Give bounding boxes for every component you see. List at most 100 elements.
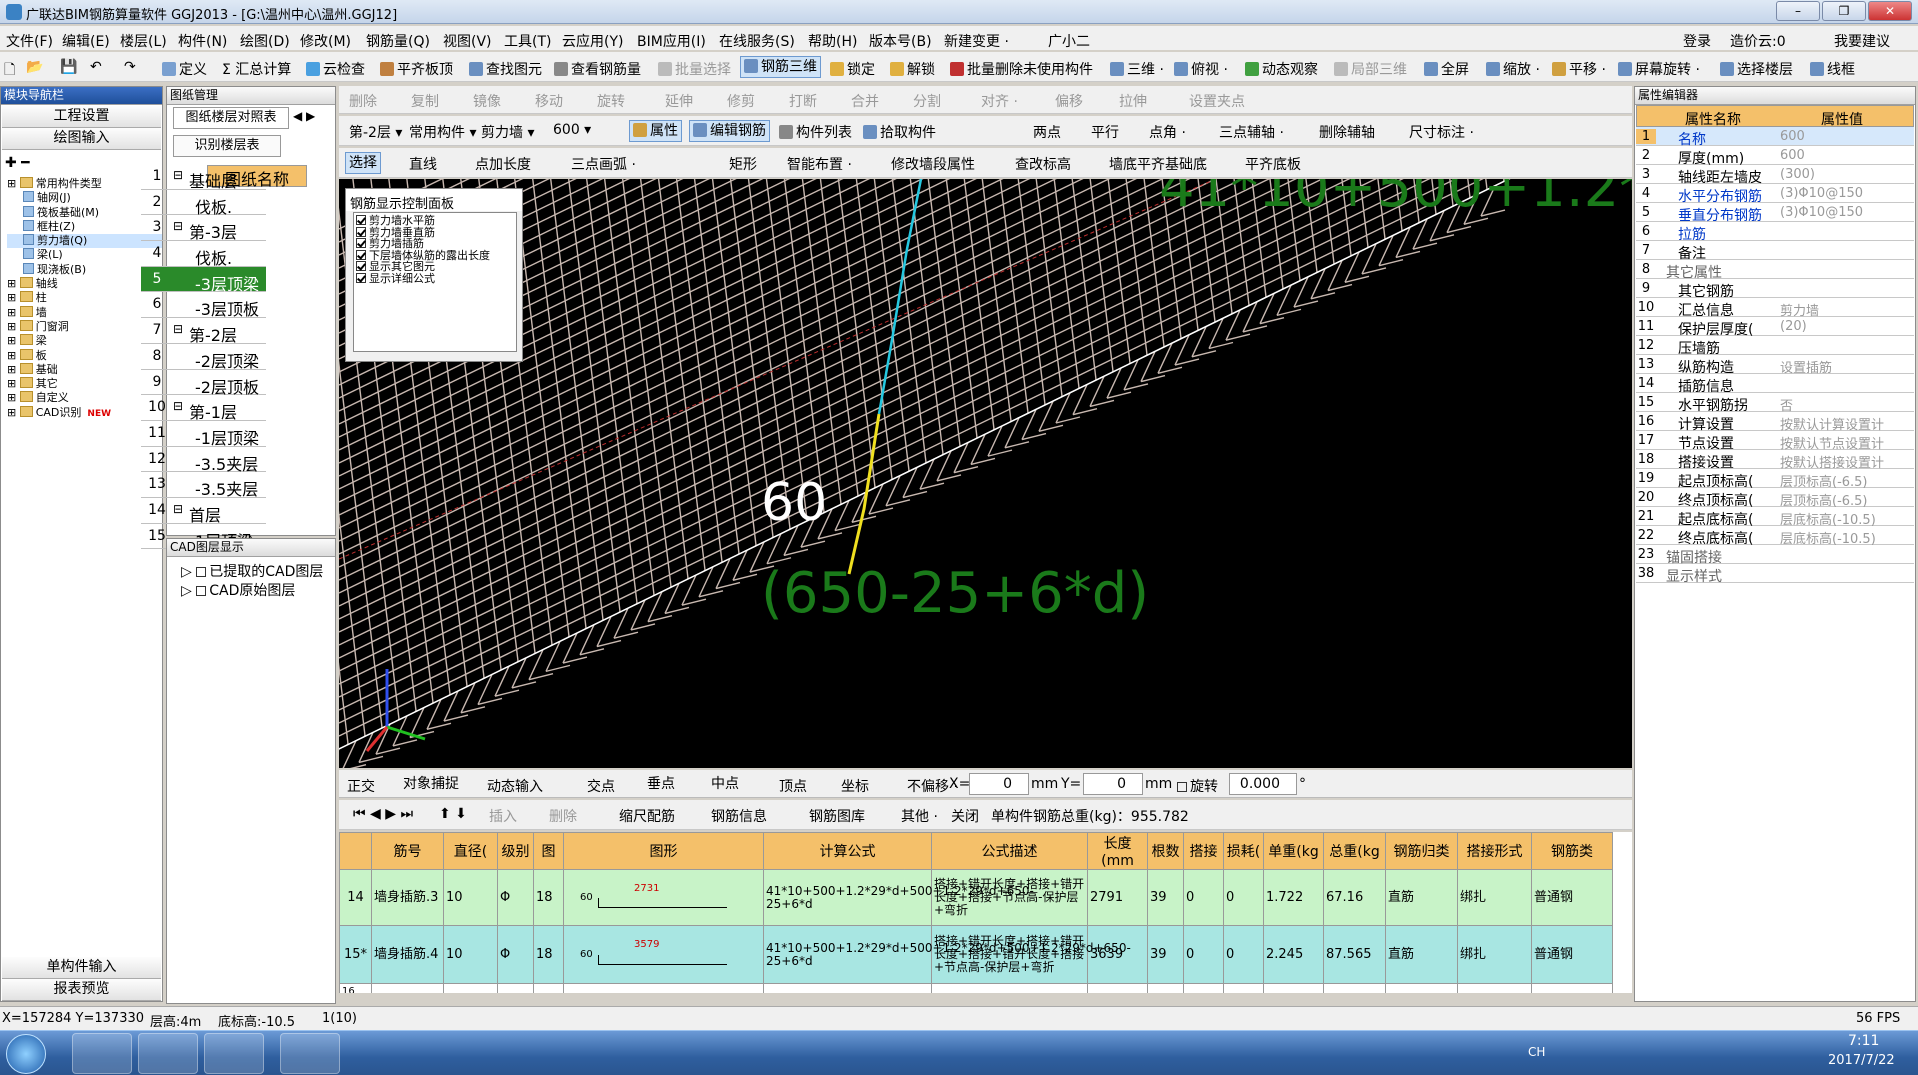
column-header[interactable]: 根数 bbox=[1147, 832, 1184, 870]
undo-icon[interactable]: ↶ bbox=[90, 59, 102, 75]
column-header[interactable]: 钢筋类 bbox=[1531, 832, 1613, 870]
menu-edit[interactable]: 编辑(E) bbox=[62, 31, 110, 51]
insert-button[interactable]: 插入 bbox=[489, 806, 517, 826]
tree-item[interactable]: 现浇板(B) bbox=[7, 262, 162, 277]
cell-formula[interactable]: 41*10+500+1.2*29*d+500+1.2*29*d+500+1.2*… bbox=[763, 925, 1131, 984]
menu-file[interactable]: 文件(F) bbox=[6, 31, 53, 51]
property-row[interactable]: 12 压墙筋 bbox=[1636, 336, 1914, 357]
rotate-input[interactable]: 0.000 bbox=[1229, 773, 1297, 795]
tree-item[interactable]: ⊞ 轴线 bbox=[7, 277, 162, 291]
object-snap-toggle[interactable]: 对象捕捉 bbox=[403, 773, 459, 793]
tree-item[interactable]: ⊞ 自定义 bbox=[7, 391, 162, 405]
taskbar-folder-icon[interactable] bbox=[138, 1033, 198, 1074]
table-row[interactable]: 14 墙身插筋.3 10 Φ 18 60 2731 41*10+500+1.2*29*d+50… bbox=[339, 869, 1613, 926]
column-header[interactable]: 筋号 bbox=[371, 832, 444, 870]
vertex-snap[interactable]: 顶点 bbox=[779, 776, 807, 796]
check-elevation-tool[interactable]: 查改标高 bbox=[1015, 154, 1071, 174]
property-value[interactable]: (3)Φ10@150 bbox=[1780, 186, 1863, 201]
midpoint-snap[interactable]: 中点 bbox=[711, 773, 739, 793]
cell-total_w[interactable]: 67.16 bbox=[1323, 869, 1386, 926]
set-grip-tool[interactable]: 设置夹点 bbox=[1189, 91, 1245, 111]
restore-button[interactable]: ❐ bbox=[1822, 1, 1866, 21]
group-toggle-icon[interactable]: ⊟ bbox=[173, 322, 183, 336]
cell-empty[interactable] bbox=[497, 983, 534, 993]
clock-date[interactable]: 2017/7/22 bbox=[1828, 1053, 1895, 1068]
cad-layer-original[interactable]: ▷ CAD原始图层 bbox=[181, 580, 295, 600]
property-row[interactable]: 16 计算设置 按默认计算设置计 bbox=[1636, 412, 1914, 433]
cell-empty[interactable] bbox=[1183, 983, 1224, 993]
screen-rotate-button[interactable]: 屏幕旋转 · bbox=[1618, 59, 1700, 79]
column-header[interactable]: 图 bbox=[533, 832, 564, 870]
property-row[interactable]: 4 水平分布钢筋 (3)Φ10@150 bbox=[1636, 184, 1914, 205]
cell-fig[interactable]: 18 bbox=[533, 869, 564, 926]
menu-tools[interactable]: 工具(T) bbox=[504, 31, 551, 51]
property-row[interactable]: 21 起点底标高(层底标高(-10.5) bbox=[1636, 507, 1914, 528]
nav-tree-toolbar[interactable]: ✚ ━ bbox=[5, 155, 30, 171]
select-floor-button[interactable]: 选择楼层 bbox=[1720, 59, 1793, 79]
cad-layer-extracted[interactable]: ▷ 已提取的CAD图层 bbox=[181, 561, 323, 581]
tree-item[interactable]: ⊞ 梁 bbox=[7, 334, 162, 348]
delete-axis-button[interactable]: 删除辅轴 bbox=[1319, 122, 1375, 142]
column-header[interactable]: 损耗( bbox=[1223, 832, 1264, 870]
property-row[interactable]: 23 锚固搭接 bbox=[1636, 545, 1914, 566]
tree-item[interactable]: ⊞ 基础 bbox=[7, 362, 162, 377]
three-point-arc-tool[interactable]: 三点画弧 · bbox=[571, 154, 636, 174]
group-toggle-icon[interactable]: ⊟ bbox=[173, 399, 183, 413]
cloud-check-button[interactable]: 云检查 bbox=[306, 59, 365, 79]
coordinate-snap[interactable]: 坐标 bbox=[841, 776, 869, 796]
tree-item[interactable]: ⊞ 门窗洞 bbox=[7, 319, 162, 334]
dynamic-input-toggle[interactable]: 动态输入 bbox=[487, 776, 543, 796]
cell-dia[interactable]: 10 bbox=[443, 925, 498, 984]
merge-tool[interactable]: 合并 bbox=[851, 91, 879, 111]
cell-count[interactable]: 39 bbox=[1147, 925, 1184, 984]
property-row[interactable]: 8 其它属性 bbox=[1636, 260, 1914, 281]
summary-calc-button[interactable]: Σ 汇总计算 bbox=[222, 59, 291, 79]
define-button[interactable]: 定义 bbox=[162, 59, 207, 79]
cell-lap[interactable]: 0 bbox=[1183, 925, 1224, 984]
drawing-row[interactable]: 8 -2层顶梁 bbox=[141, 344, 266, 371]
group-toggle-icon[interactable]: ⊟ bbox=[173, 219, 183, 233]
single-input-button[interactable]: 单构件输入 bbox=[2, 957, 161, 979]
smart-layout-tool[interactable]: 智能布置 · bbox=[787, 154, 852, 174]
property-row[interactable]: 7 备注 bbox=[1636, 241, 1914, 262]
display-option[interactable]: 显示详细公式 bbox=[356, 273, 514, 285]
report-preview-button[interactable]: 报表预览 bbox=[2, 979, 161, 1001]
draw-input-button[interactable]: 绘图输入 bbox=[2, 128, 161, 150]
property-value[interactable]: (3)Φ10@150 bbox=[1780, 205, 1863, 220]
drawing-row[interactable]: 12 -3.5夹层 bbox=[141, 447, 266, 474]
cell-lap_type[interactable]: 绑扎 bbox=[1457, 925, 1532, 984]
property-row[interactable]: 3 轴线距左墙皮 (300) bbox=[1636, 165, 1914, 186]
extend-tool[interactable]: 延伸 bbox=[665, 91, 693, 111]
drawing-row[interactable]: ⊟ 14 首层 bbox=[141, 498, 266, 525]
drawing-row[interactable]: 11 -1层顶梁 bbox=[141, 421, 266, 448]
suggest-link[interactable]: 我要建议 bbox=[1834, 31, 1890, 51]
cell-length[interactable]: 3639 bbox=[1087, 925, 1148, 984]
line-tool[interactable]: 直线 bbox=[409, 154, 437, 174]
cell-empty[interactable] bbox=[763, 983, 932, 993]
point-length-tool[interactable]: 点加长度 bbox=[475, 154, 531, 174]
cell-empty[interactable] bbox=[1385, 983, 1458, 993]
property-row[interactable]: 19 起点顶标高(层顶标高(-6.5) bbox=[1636, 469, 1914, 490]
pick-component-button[interactable]: 拾取构件 bbox=[863, 122, 936, 142]
cell-grade[interactable]: Φ bbox=[497, 869, 534, 926]
unlock-button[interactable]: 解锁 bbox=[890, 59, 935, 79]
column-header[interactable]: 总重(kg bbox=[1323, 832, 1386, 870]
table-row[interactable]: 16 bbox=[339, 983, 1613, 993]
cell-empty[interactable] bbox=[1223, 983, 1264, 993]
y-input[interactable]: 0 bbox=[1083, 773, 1143, 795]
cell-empty[interactable] bbox=[1457, 983, 1532, 993]
menu-guangxiaoer[interactable]: 广小二 bbox=[1048, 31, 1090, 51]
cell-loss[interactable]: 0 bbox=[1223, 925, 1264, 984]
option-checkbox[interactable] bbox=[356, 249, 366, 260]
property-value[interactable]: 600 bbox=[1780, 148, 1805, 163]
two-point-button[interactable]: 两点 bbox=[1033, 122, 1061, 142]
cell-empty[interactable] bbox=[931, 983, 1088, 993]
cell-empty[interactable] bbox=[1263, 983, 1324, 993]
column-header[interactable]: 级别 bbox=[497, 832, 534, 870]
cell-kind[interactable]: 普通钢 bbox=[1531, 869, 1613, 926]
cell-grade[interactable]: Φ bbox=[497, 925, 534, 984]
cell-unit_w[interactable]: 1.722 bbox=[1263, 869, 1324, 926]
tree-item[interactable]: ⊞ CAD识别 NEW bbox=[7, 405, 162, 421]
cell-dia[interactable]: 10 bbox=[443, 869, 498, 926]
group-toggle-icon[interactable]: ⊟ bbox=[173, 168, 183, 182]
